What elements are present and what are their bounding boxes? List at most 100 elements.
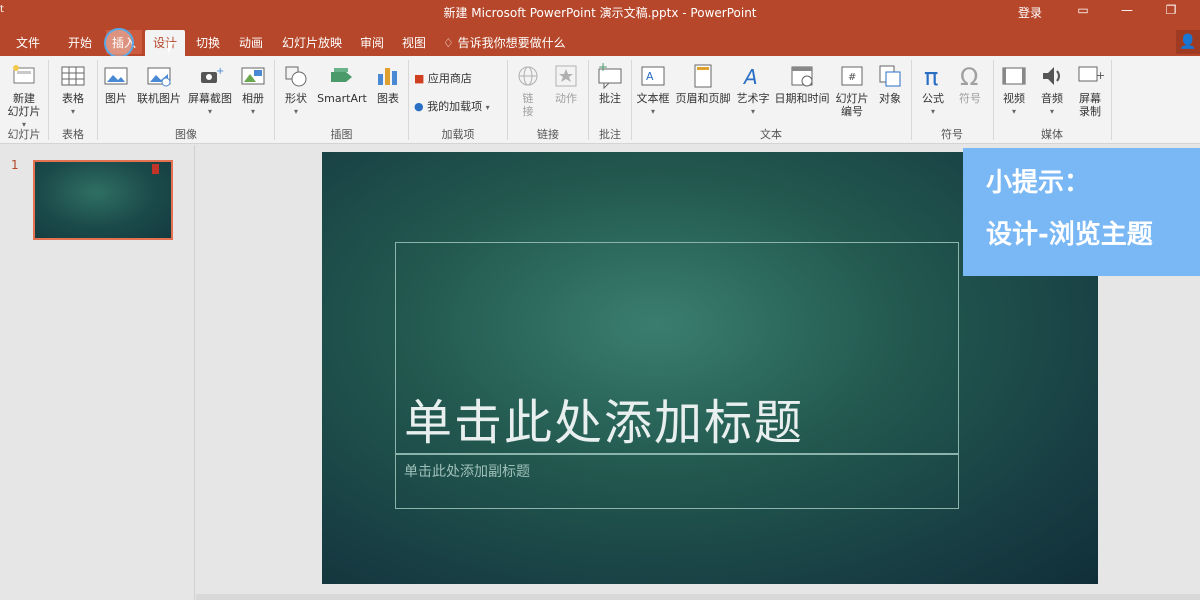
subtitle-placeholder-box[interactable]: 单击此处添加副标题	[395, 454, 959, 509]
tab-review[interactable]: 审阅	[360, 34, 384, 51]
link-icon	[518, 66, 538, 86]
symbol-button[interactable]: Ω 符号	[952, 58, 988, 105]
slide-number-button[interactable]: # 幻灯片 编号	[832, 58, 872, 118]
smartart-icon	[331, 68, 352, 82]
slide-number: 1	[11, 158, 19, 172]
group-symbols-label: 符号	[941, 128, 963, 141]
click-highlight-icon	[104, 28, 134, 58]
textbox-label: 文本框	[636, 92, 670, 105]
my-addins-button[interactable]: ● 我的加载项 ▾	[414, 98, 490, 114]
wordart-icon: A	[742, 65, 758, 89]
online-pictures-button[interactable]: 联机图片	[134, 58, 184, 105]
equation-button[interactable]: π 公式 ▾	[914, 58, 952, 118]
lightbulb-icon: ♢	[443, 36, 454, 50]
tab-view[interactable]: 视图	[402, 34, 426, 51]
screenshot-button[interactable]: + 屏幕截图 ▾	[186, 58, 234, 118]
chart-label: 图表	[377, 92, 399, 105]
tell-me-box[interactable]: ♢ 告诉我你想要做什么	[443, 34, 566, 51]
user-account-icon[interactable]: 👤	[1176, 30, 1200, 54]
tab-design[interactable]: 设计	[145, 30, 186, 56]
picture-icon	[104, 67, 128, 85]
screen-recording-button[interactable]: + 屏幕 录制	[1072, 58, 1108, 118]
horizontal-scrollbar[interactable]	[196, 594, 1200, 600]
speaker-icon	[1043, 67, 1060, 85]
minimize-icon[interactable]: —	[1116, 3, 1138, 21]
chart-button[interactable]: 图表	[372, 58, 404, 105]
group-tables-label: 表格	[62, 128, 84, 141]
comment-label: 批注	[599, 92, 621, 105]
textbox-icon: A	[641, 66, 665, 86]
screen-recording-label: 屏幕 录制	[1079, 92, 1101, 118]
store-button[interactable]: ■ 应用商店	[414, 70, 472, 86]
wordart-label: 艺术字	[736, 92, 770, 105]
addins-icon: ●	[414, 100, 424, 113]
store-icon: ■	[414, 72, 425, 85]
restore-icon[interactable]: ❐	[1160, 3, 1182, 21]
svg-text:π: π	[924, 63, 938, 90]
group-images-label: 图像	[175, 128, 197, 141]
video-button[interactable]: 视频 ▾	[996, 58, 1032, 118]
omega-icon: Ω	[960, 63, 978, 90]
svg-text:Ω: Ω	[960, 63, 978, 90]
store-label: 应用商店	[427, 72, 472, 85]
title-bar: t 新建 Microsoft PowerPoint 演示文稿.pptx - Po…	[0, 0, 1200, 28]
shapes-button[interactable]: 形状 ▾	[278, 58, 314, 118]
ribbon-display-options-icon[interactable]: ▭	[1072, 3, 1094, 21]
photo-album-button[interactable]: 相册 ▾	[236, 58, 270, 118]
smartart-label: SmartArt	[317, 92, 367, 105]
tab-transitions[interactable]: 切换	[196, 34, 220, 51]
subtitle-placeholder[interactable]: 单击此处添加副标题	[404, 461, 530, 481]
pictures-button[interactable]: 图片	[100, 58, 132, 105]
tell-me-text: 告诉我你想要做什么	[457, 36, 566, 50]
calendar-icon	[791, 66, 813, 87]
slide-thumbnail-pane: 1	[0, 145, 195, 600]
new-slide-label: 新建 幻灯片	[7, 92, 41, 118]
my-addins-label: 我的加载项	[427, 100, 483, 113]
action-button[interactable]: 动作	[548, 58, 584, 105]
group-illustrations-label: 插图	[330, 128, 353, 141]
wordart-button[interactable]: A 艺术字 ▾	[734, 58, 772, 118]
audio-label: 音频	[1041, 92, 1063, 105]
group-addins-label: 加载项	[441, 128, 475, 141]
star-icon	[555, 65, 577, 87]
tip-heading: 小提示：	[986, 168, 1091, 198]
table-label: 表格	[62, 92, 84, 105]
title-placeholder-box[interactable]: 单击此处添加标题	[395, 242, 959, 454]
svg-text:+: +	[216, 66, 224, 77]
slide-number-icon: #	[841, 66, 863, 86]
svg-text:A: A	[646, 70, 654, 83]
screen-recording-icon: +	[1078, 66, 1104, 82]
tip-overlay: 小提示： 设计-浏览主题	[963, 148, 1200, 276]
ribbon-tabs: 文件 开始 插入 设计 切换 动画 幻灯片放映 审阅 视图 ♢ 告诉我你想要做什…	[0, 28, 1200, 56]
video-icon	[1002, 67, 1026, 85]
header-footer-button[interactable]: 页眉和页脚	[672, 58, 734, 105]
table-icon	[61, 66, 85, 86]
group-separator	[1111, 60, 1112, 140]
login-link[interactable]: 登录	[1018, 4, 1042, 21]
svg-text:+: +	[598, 62, 608, 74]
shapes-icon	[285, 66, 307, 87]
title-placeholder[interactable]: 单击此处添加标题	[404, 383, 804, 453]
slide-thumbnail[interactable]	[33, 160, 173, 240]
textbox-button[interactable]: A 文本框 ▾	[634, 58, 672, 118]
chart-icon	[378, 68, 397, 85]
screenshot-label: 屏幕截图	[188, 92, 232, 105]
tab-slideshow[interactable]: 幻灯片放映	[282, 34, 342, 51]
pi-icon: π	[924, 63, 938, 90]
datetime-button[interactable]: 日期和时间	[772, 58, 832, 105]
tab-file[interactable]: 文件	[16, 34, 40, 51]
group-separator	[48, 60, 49, 140]
object-button[interactable]: 对象	[872, 58, 908, 105]
tab-home[interactable]: 开始	[68, 34, 92, 51]
audio-button[interactable]: 音频 ▾	[1034, 58, 1070, 118]
new-slide-button[interactable]: 新建 幻灯片 ▾	[4, 58, 44, 131]
ribbon: 新建 幻灯片 ▾ 幻灯片 表格 ▾ 表格 图片 联机图片 + 屏幕截图 ▾ 相册 ▾ 图…	[0, 56, 1200, 144]
smartart-button[interactable]: SmartArt	[314, 58, 370, 105]
comment-button[interactable]: + 批注	[592, 58, 628, 105]
mouse-pointer-icon	[168, 42, 174, 54]
album-label: 相册	[242, 92, 264, 105]
tab-animations[interactable]: 动画	[239, 34, 263, 51]
shapes-label: 形状	[285, 92, 307, 105]
table-button[interactable]: 表格 ▾	[54, 58, 92, 118]
link-button[interactable]: 链 接	[512, 58, 544, 118]
